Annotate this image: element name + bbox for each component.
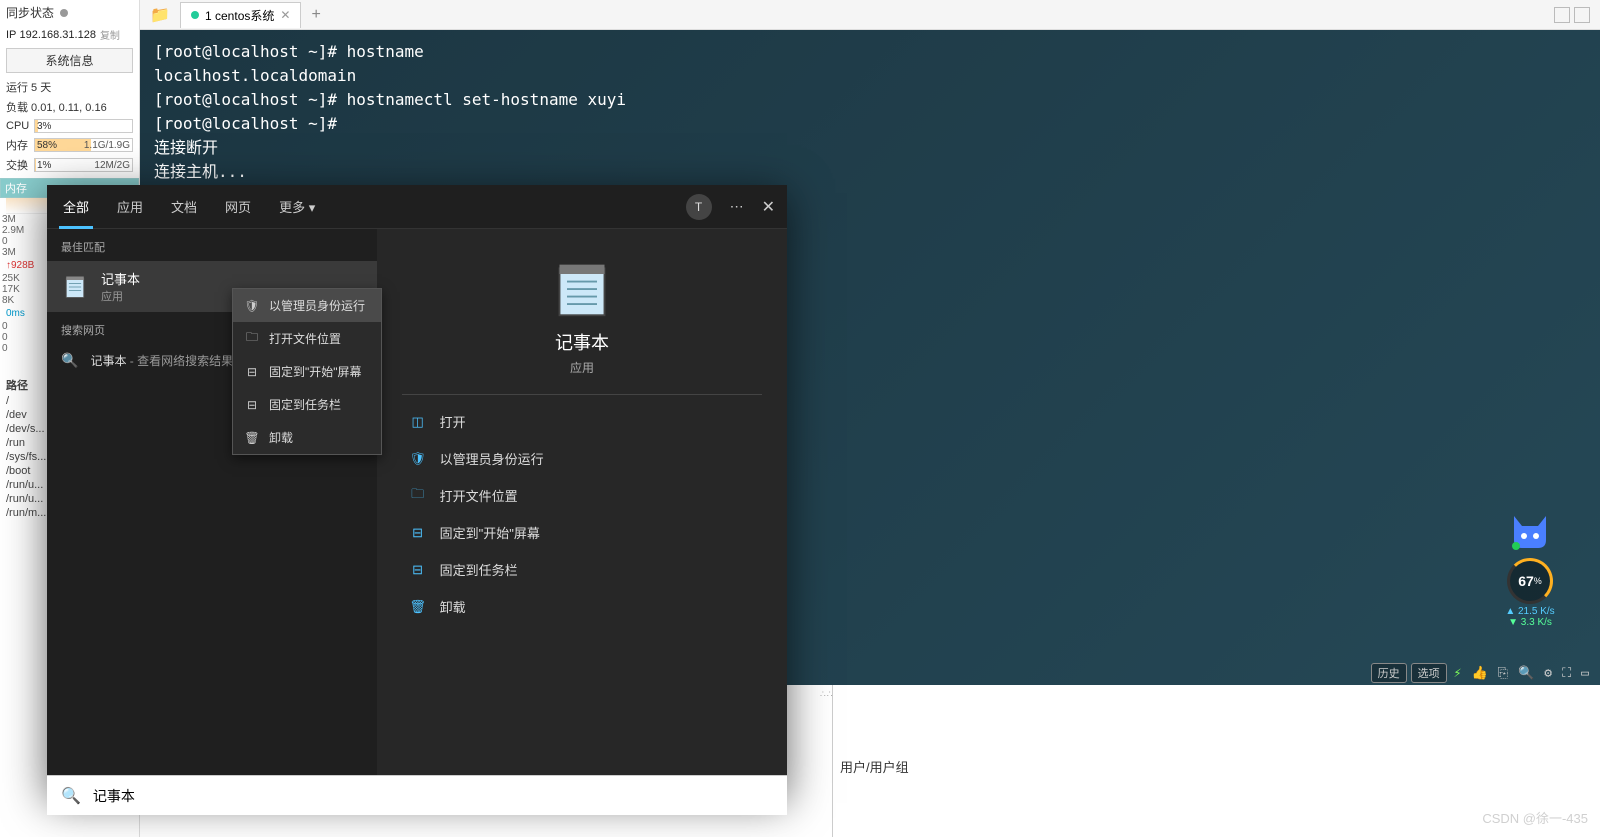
swap-label: 交换: [6, 157, 34, 173]
notepad-large-icon: [552, 259, 612, 319]
action-pin-taskbar[interactable]: ⊟固定到任务栏: [402, 551, 763, 588]
trash-icon: 🗑: [245, 431, 259, 445]
taskbar-icon: ⊟: [245, 398, 259, 412]
ctx-run-admin[interactable]: 🛡以管理员身份运行: [233, 289, 381, 322]
search-icon[interactable]: 🔍: [1515, 666, 1537, 681]
term-line: 连接主机...: [154, 160, 1586, 184]
term-line: localhost.localdomain: [154, 64, 1586, 88]
windows-search-popup: 全部 应用 文档 网页 更多 ▾ T ⋯ ✕ 最佳匹配 记事本 应用 搜索网页: [47, 185, 787, 795]
folder-icon: 🗀: [410, 488, 426, 504]
expand-icon[interactable]: ⛶: [1559, 666, 1574, 681]
ctx-uninstall[interactable]: 🗑卸载: [233, 421, 381, 454]
action-open-location[interactable]: 🗀打开文件位置: [402, 477, 763, 514]
folder-icon: 🗀: [245, 332, 259, 346]
perf-widget[interactable]: 67% ▲ 21.5 K/s ▼ 3.3 K/s: [1500, 512, 1560, 628]
mem-label: 内存: [6, 137, 34, 153]
net-up: ↑928B: [6, 260, 34, 271]
layout-grid-icon[interactable]: [1554, 7, 1570, 23]
chevron-down-icon: ▾: [309, 200, 316, 215]
tab-centos[interactable]: 1 centos系统 ✕: [180, 2, 301, 28]
ctx-pin-taskbar[interactable]: ⊟固定到任务栏: [233, 388, 381, 421]
net-download: ▼ 3.3 K/s: [1500, 617, 1560, 628]
action-open[interactable]: ◫打开: [402, 403, 763, 440]
sync-status: 同步状态: [0, 0, 139, 25]
search-icon: 🔍: [61, 352, 78, 369]
more-icon[interactable]: ⋯: [730, 198, 744, 215]
latency: 0ms: [6, 308, 25, 319]
shield-icon: 🛡: [245, 299, 259, 313]
options-button[interactable]: 选项: [1411, 663, 1447, 683]
taskbar-icon: ⊟: [410, 562, 426, 578]
ctx-pin-start[interactable]: ⊟固定到"开始"屏幕: [233, 355, 381, 388]
detail-title: 记事本: [555, 329, 609, 355]
term-line: [root@localhost ~]#: [154, 112, 1586, 136]
pin-icon: ⊟: [245, 365, 259, 379]
term-line: [root@localhost ~]# hostnamectl set-host…: [154, 88, 1586, 112]
search-tab-web[interactable]: 网页: [221, 185, 255, 228]
copy-link[interactable]: 复制: [100, 27, 120, 42]
copy-icon[interactable]: ⎘: [1495, 666, 1511, 681]
term-line: [root@localhost ~]# hostname: [154, 40, 1586, 64]
tab-close-icon[interactable]: ✕: [280, 8, 290, 22]
history-button[interactable]: 历史: [1371, 663, 1407, 683]
action-uninstall[interactable]: 🗑卸载: [402, 588, 763, 625]
shield-icon: 🛡: [410, 451, 426, 467]
minimize-icon[interactable]: ▭: [1578, 666, 1592, 681]
users-label: 用户/用户组: [840, 757, 909, 776]
open-icon: ◫: [410, 414, 426, 430]
action-pin-start[interactable]: ⊟固定到"开始"屏幕: [402, 514, 763, 551]
tab-bar: 📁 1 centos系统 ✕ +: [140, 0, 1600, 30]
folder-icon[interactable]: 📁: [140, 5, 180, 25]
ip-value: 192.168.31.128: [19, 29, 95, 41]
mascot-icon: [1508, 512, 1552, 552]
tab-label: 1 centos系统: [205, 7, 274, 24]
net-upload: ▲ 21.5 K/s: [1500, 606, 1560, 617]
tab-add-button[interactable]: +: [301, 6, 330, 24]
swap-bar: 1%12M/2G: [34, 158, 133, 172]
layout-single-icon[interactable]: [1574, 7, 1590, 23]
windows-search-bar[interactable]: 🔍: [47, 775, 787, 815]
gear-icon[interactable]: ⚙: [1541, 666, 1555, 681]
close-icon[interactable]: ✕: [762, 197, 775, 217]
system-info-button[interactable]: 系统信息: [6, 48, 133, 73]
bolt-icon[interactable]: ⚡: [1451, 666, 1465, 681]
ip-label: IP: [6, 29, 16, 41]
search-tab-all[interactable]: 全部: [59, 185, 93, 228]
user-avatar[interactable]: T: [686, 194, 712, 220]
search-detail-panel: 记事本 应用 ◫打开 🛡以管理员身份运行 🗀打开文件位置 ⊟固定到"开始"屏幕 …: [377, 229, 787, 795]
action-run-admin[interactable]: 🛡以管理员身份运行: [402, 440, 763, 477]
search-tab-docs[interactable]: 文档: [167, 185, 201, 228]
context-menu: 🛡以管理员身份运行 🗀打开文件位置 ⊟固定到"开始"屏幕 ⊟固定到任务栏 🗑卸载: [232, 288, 382, 455]
search-tabs: 全部 应用 文档 网页 更多 ▾ T ⋯ ✕: [47, 185, 787, 229]
watermark: CSDN @徐一-435: [1482, 808, 1588, 827]
mem-bar: 58%1.1G/1.9G: [34, 138, 133, 152]
trash-icon: 🗑: [410, 599, 426, 615]
notepad-icon: [61, 273, 89, 301]
load: 负载 0.01, 0.11, 0.16: [0, 97, 139, 117]
cpu-ring: 67%: [1507, 558, 1553, 604]
best-match-label: 最佳匹配: [47, 229, 377, 261]
search-tab-apps[interactable]: 应用: [113, 185, 147, 228]
uptime: 运行 5 天: [0, 77, 139, 97]
thumb-icon[interactable]: 👍: [1468, 666, 1490, 681]
search-icon: 🔍: [61, 786, 81, 806]
result-title: 记事本: [101, 269, 363, 288]
term-line: 连接断开: [154, 136, 1586, 160]
search-input[interactable]: [93, 788, 773, 804]
ctx-open-location[interactable]: 🗀打开文件位置: [233, 322, 381, 355]
cpu-label: CPU: [6, 120, 34, 132]
search-tab-more[interactable]: 更多 ▾: [275, 185, 319, 228]
status-dot-icon: [191, 11, 199, 19]
pin-icon: ⊟: [410, 525, 426, 541]
detail-sub: 应用: [570, 359, 594, 376]
cpu-bar: 3%: [34, 119, 133, 133]
